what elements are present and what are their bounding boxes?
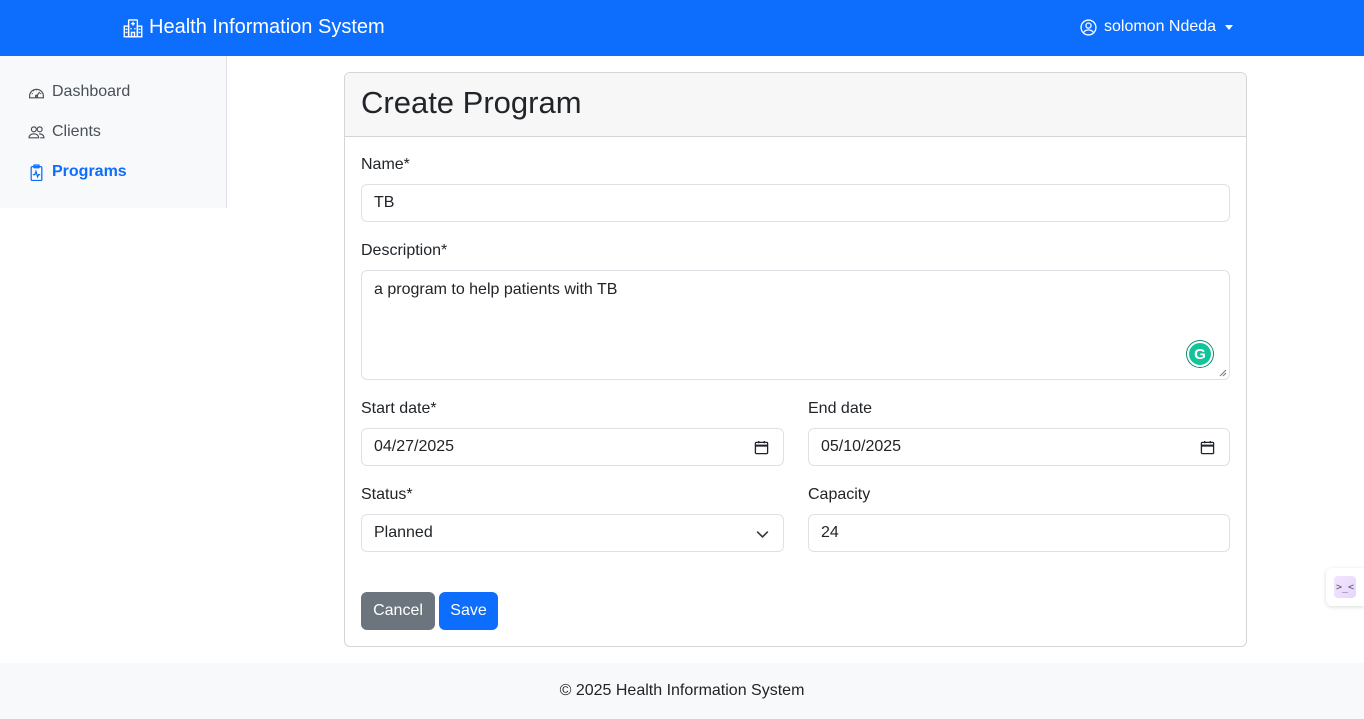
- capacity-label: Capacity: [808, 486, 871, 503]
- cancel-button[interactable]: Cancel: [361, 592, 435, 630]
- name-label: Name*: [361, 156, 410, 173]
- footer-text: © 2025 Health Information System: [559, 682, 805, 699]
- sidebar-item-label: Programs: [52, 163, 127, 180]
- sidebar-item-programs[interactable]: Programs: [28, 163, 127, 181]
- sidebar: Dashboard Clients Programs: [0, 56, 227, 208]
- start-date-input[interactable]: 04/27/2025: [361, 428, 784, 466]
- extension-widget[interactable]: >_<: [1326, 568, 1364, 606]
- end-date-label: End date: [808, 400, 873, 417]
- user-menu-dropdown[interactable]: solomon Ndeda: [1080, 18, 1234, 36]
- save-button[interactable]: Save: [439, 592, 498, 630]
- capacity-input[interactable]: 24: [808, 514, 1230, 552]
- grammarly-icon[interactable]: G: [1187, 341, 1213, 367]
- hospital-icon: [123, 18, 143, 37]
- card-header: Create Program: [345, 73, 1246, 137]
- brand-title: Health Information System: [149, 16, 385, 38]
- description-textarea[interactable]: a program to help patients with TB G: [361, 270, 1230, 380]
- status-label: Status*: [361, 486, 413, 503]
- status-select[interactable]: Planned: [361, 514, 784, 552]
- footer: © 2025 Health Information System: [0, 663, 1364, 719]
- sidebar-item-label: Dashboard: [52, 83, 131, 100]
- calendar-icon[interactable]: [754, 440, 769, 455]
- clipboard-pulse-icon: [30, 163, 43, 181]
- capacity-value: 24: [821, 524, 839, 541]
- top-navbar: Health Information System solomon Ndeda: [0, 0, 1364, 56]
- sidebar-item-label: Clients: [52, 123, 101, 140]
- chevron-down-icon: [1225, 25, 1234, 30]
- sidebar-item-clients[interactable]: Clients: [28, 123, 101, 141]
- calendar-icon[interactable]: [1200, 440, 1215, 455]
- name-input[interactable]: TB: [361, 184, 1230, 222]
- user-name: solomon Ndeda: [1104, 18, 1217, 35]
- start-date-label: Start date*: [361, 400, 437, 417]
- people-icon: [28, 125, 45, 138]
- status-value: Planned: [374, 524, 433, 541]
- start-date-value: 04/27/2025: [374, 438, 455, 455]
- sidebar-item-dashboard[interactable]: Dashboard: [28, 83, 130, 101]
- chevron-down-icon: [756, 531, 769, 538]
- end-date-value: 05/10/2025: [821, 438, 902, 455]
- page-title: Create Program: [361, 85, 582, 120]
- name-value: TB: [374, 194, 395, 211]
- brand-link[interactable]: Health Information System: [123, 16, 385, 39]
- speedometer-icon: [29, 88, 44, 98]
- description-value: a program to help patients with TB: [374, 281, 618, 298]
- create-program-card: Create Program Name* TB Description* a p…: [344, 72, 1247, 647]
- end-date-input[interactable]: 05/10/2025: [808, 428, 1230, 466]
- resize-handle-icon[interactable]: [1219, 369, 1227, 377]
- extension-icon: >_<: [1334, 576, 1356, 598]
- user-circle-icon: [1080, 18, 1097, 36]
- description-label: Description*: [361, 242, 448, 259]
